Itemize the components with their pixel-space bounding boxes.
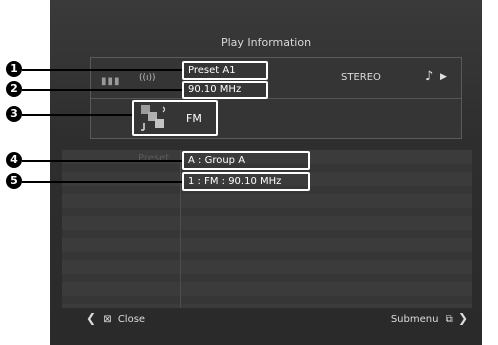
callout-2-badge: 2	[6, 81, 22, 97]
close-button[interactable]: ❮ ⊠ Close	[86, 311, 145, 325]
frequency-value: 90.10 MHz	[188, 84, 242, 95]
group-name: A : Group A	[188, 155, 246, 166]
callout-2-leader	[22, 89, 182, 91]
music-note-icon: ♪	[425, 69, 434, 84]
submenu-label: Submenu	[390, 314, 439, 325]
frequency-highlight: 90.10 MHz	[182, 81, 268, 99]
callout-4-badge: 4	[6, 152, 22, 168]
play-icon: ▶	[440, 72, 447, 82]
callout-5-leader	[22, 181, 182, 183]
stereo-indicator: STEREO	[341, 72, 381, 83]
entry-highlight: 1 : FM : 90.10 MHz	[182, 172, 310, 191]
close-label: Close	[117, 314, 146, 325]
submenu-button[interactable]: Submenu ⧉ ❯	[391, 311, 468, 325]
preset-name: Preset A1	[188, 65, 236, 76]
callout-3-leader	[22, 114, 132, 116]
signal-strength-icon: ▮▮▮	[101, 76, 121, 87]
callout-3-badge: 3	[6, 106, 22, 122]
callout-1-badge: 1	[6, 61, 22, 77]
band-highlight: FM	[132, 100, 218, 136]
callout-1-leader	[22, 69, 182, 71]
close-box-icon: ⊠	[103, 314, 112, 325]
tuner-icon	[141, 105, 166, 131]
preset-entry: 1 : FM : 90.10 MHz	[188, 176, 282, 187]
submenu-icon: ⧉	[445, 314, 453, 325]
list-column-divider	[180, 150, 181, 308]
preset-column-label: Preset	[138, 153, 170, 164]
antenna-signal-icon: ((ı))	[139, 73, 156, 83]
preset-name-highlight: Preset A1	[182, 61, 268, 80]
chevron-right-icon: ❯	[457, 311, 468, 325]
group-highlight: A : Group A	[182, 151, 310, 170]
screen-title: Play Information	[220, 36, 312, 49]
chevron-left-icon: ❮	[86, 311, 97, 325]
callout-5-badge: 5	[6, 173, 22, 189]
panel-divider	[91, 98, 461, 99]
band-label: FM	[186, 112, 202, 125]
callout-4-leader	[22, 160, 182, 162]
